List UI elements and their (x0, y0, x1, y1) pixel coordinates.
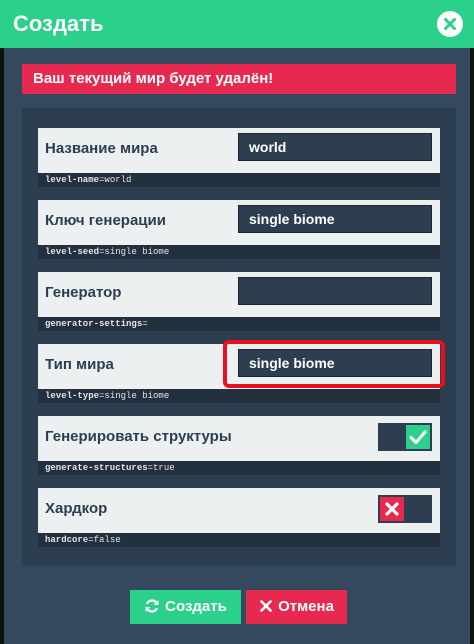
cancel-button[interactable]: Отмена (246, 590, 347, 624)
setting-generate-structures: Генерировать структуры generate-structur… (38, 416, 440, 475)
dialog-edge-right (470, 48, 474, 644)
setting-row: Хардкор (38, 488, 440, 533)
setting-key-name: generator-settings (45, 319, 143, 329)
setting-level-type: Тип мира level-type=single biome (38, 344, 440, 403)
setting-key: level-name=world (38, 173, 440, 187)
setting-row: Ключ генерации (38, 200, 440, 245)
setting-level-seed: Ключ генерации level-seed=single biome (38, 200, 440, 259)
checkmark-icon (409, 430, 427, 445)
cancel-button-label: Отмена (278, 598, 334, 615)
x-icon (385, 502, 399, 516)
create-world-dialog: Создать Ваш текущий мир будет удалён! На… (0, 0, 474, 644)
setting-level-name: Название мира level-name=world (38, 128, 440, 187)
settings-panel: Название мира level-name=world Ключ гене… (22, 108, 456, 566)
setting-key: level-seed=single biome (38, 245, 440, 259)
setting-key: level-type=single biome (38, 389, 440, 403)
setting-label: Ключ генерации (45, 212, 166, 229)
create-button[interactable]: Создать (130, 590, 241, 624)
x-icon (259, 599, 273, 613)
warning-banner: Ваш текущий мир будет удалён! (22, 64, 456, 94)
setting-key: hardcore=false (38, 533, 440, 547)
close-icon (444, 18, 456, 30)
setting-key: generate-structures=true (38, 461, 440, 475)
setting-key-name: generate-structures (45, 463, 148, 473)
setting-key-value: single biome (104, 247, 170, 257)
setting-label: Название мира (45, 140, 158, 157)
setting-label: Генератор (45, 284, 122, 301)
setting-key-separator: = (142, 319, 148, 329)
setting-key-value: false (93, 535, 121, 545)
generate-structures-toggle[interactable] (378, 423, 432, 451)
dialog-header: Создать (0, 0, 474, 48)
setting-row: Название мира (38, 128, 440, 173)
dialog-edge-left (0, 48, 4, 644)
setting-label: Генерировать структуры (45, 428, 232, 445)
setting-row: Тип мира (38, 344, 440, 389)
setting-key-value: world (104, 175, 132, 185)
toggle-knob (380, 497, 404, 521)
setting-generator-settings: Генератор generator-settings= (38, 272, 440, 331)
setting-key-value: single biome (104, 391, 170, 401)
close-button[interactable] (437, 11, 463, 37)
setting-key: generator-settings= (38, 317, 440, 331)
toggle-knob (406, 425, 430, 449)
setting-key-name: level-name (45, 175, 100, 185)
setting-key-name: level-type (45, 391, 100, 401)
setting-hardcore: Хардкор hardcore=false (38, 488, 440, 547)
hardcore-toggle[interactable] (378, 495, 432, 523)
setting-label: Хардкор (45, 500, 108, 517)
level-type-input[interactable] (238, 349, 432, 377)
dialog-title: Создать (13, 11, 104, 36)
generator-settings-input[interactable] (238, 277, 432, 305)
level-seed-input[interactable] (238, 205, 432, 233)
setting-row: Генератор (38, 272, 440, 317)
create-button-label: Создать (165, 598, 227, 615)
setting-label: Тип мира (45, 356, 114, 373)
refresh-icon (144, 598, 160, 614)
setting-key-name: level-seed (45, 247, 100, 257)
setting-row: Генерировать структуры (38, 416, 440, 461)
setting-key-value: true (153, 463, 175, 473)
level-name-input[interactable] (238, 133, 432, 161)
setting-key-name: hardcore (45, 535, 89, 545)
